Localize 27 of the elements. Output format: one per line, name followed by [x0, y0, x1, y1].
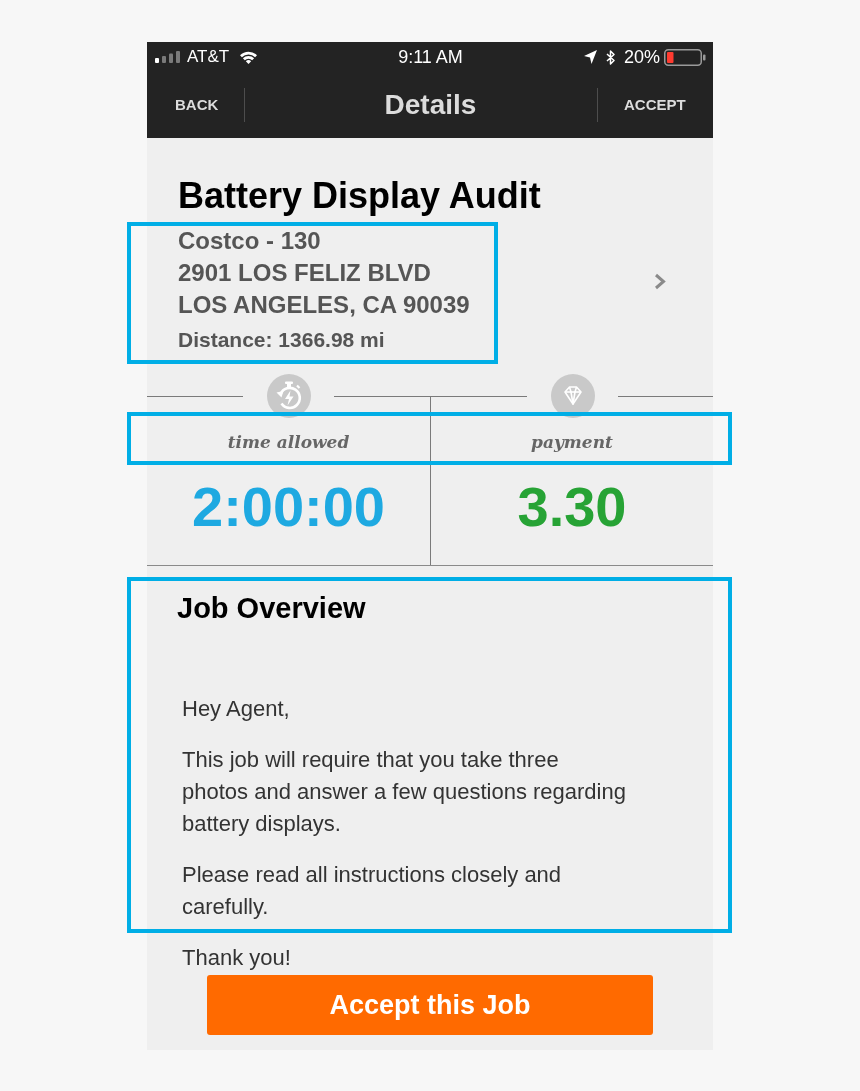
store-name: Costco - 130: [178, 226, 321, 256]
screen-title: Details: [384, 88, 477, 122]
carrier-name: AT&T: [187, 47, 230, 67]
job-title: Battery Display Audit: [178, 176, 541, 216]
battery-percent: 20%: [623, 47, 660, 67]
distance-text: Distance: 1366.98 mi: [178, 327, 385, 353]
stat-value: 3.30: [517, 479, 627, 535]
overview-paragraph: Please read all instructions closely and carefully.: [182, 861, 562, 921]
accept-button[interactable]: ACCEPT: [624, 96, 686, 114]
address-line: 2901 LOS FELIZ BLVD: [178, 258, 431, 288]
status-time: 9:11 AM: [398, 47, 463, 67]
address-line: LOS ANGELES, CA 90039: [178, 290, 470, 320]
stat-label: payment: [531, 430, 613, 453]
bluetooth-icon: [605, 49, 615, 65]
chevron-icon: [654, 273, 666, 290]
battery-icon: [664, 48, 706, 66]
overview-paragraph: Thank you!: [182, 944, 291, 972]
section-title: Job Overview: [177, 592, 366, 624]
back-button[interactable]: BACK: [175, 96, 219, 114]
stat-value: 2:00:00: [192, 479, 385, 535]
stat-label: time allowed: [227, 430, 350, 453]
stopwatch-icon: [267, 374, 311, 418]
overview-paragraph: This job will require that you take three photos and answer a few questions regarding battery displays.: [182, 746, 626, 838]
location-arrow-icon: [583, 50, 597, 64]
signal-icon: [155, 51, 181, 63]
wifi-icon: [239, 50, 259, 64]
overview-paragraph: Hey Agent,: [182, 695, 290, 723]
